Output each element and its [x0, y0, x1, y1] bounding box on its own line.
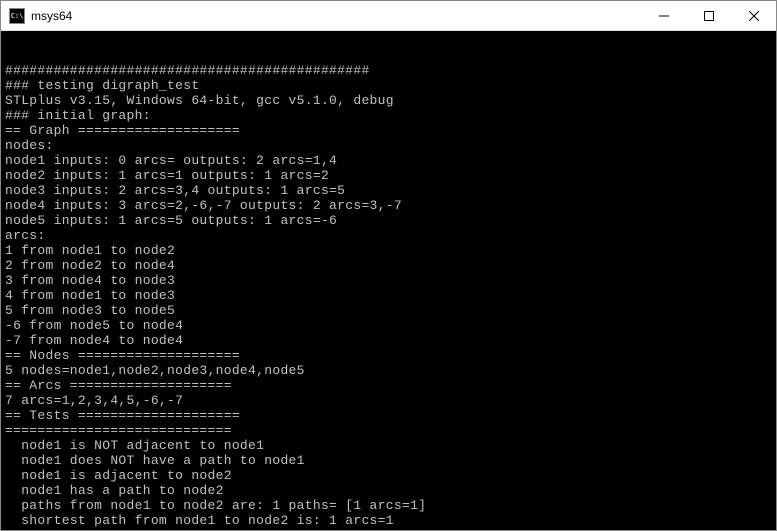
terminal-line: nodes: [5, 138, 772, 153]
terminal-line: node1 inputs: 0 arcs= outputs: 2 arcs=1,… [5, 153, 772, 168]
terminal-line: ============================ [5, 423, 772, 438]
title-bar: C:\ msys64 [1, 1, 776, 31]
terminal-line: 1 from node1 to node2 [5, 243, 772, 258]
window-title: msys64 [31, 9, 72, 23]
terminal-line: node1 does NOT have a path to node1 [5, 453, 772, 468]
terminal-line: node1 has a path to node2 [5, 483, 772, 498]
terminal-line: node1 is NOT adjacent to node1 [5, 438, 772, 453]
title-controls [641, 1, 776, 30]
terminal-line: -7 from node4 to node4 [5, 333, 772, 348]
terminal-line: == Arcs ==================== [5, 378, 772, 393]
terminal-line: 5 from node3 to node5 [5, 303, 772, 318]
terminal-line: 3 from node4 to node3 [5, 273, 772, 288]
terminal-line: node3 inputs: 2 arcs=3,4 outputs: 1 arcs… [5, 183, 772, 198]
terminal-line: 4 from node1 to node3 [5, 288, 772, 303]
terminal-line: node1 is adjacent to node2 [5, 468, 772, 483]
title-bar-left: C:\ msys64 [9, 8, 72, 24]
terminal-line: -6 from node5 to node4 [5, 318, 772, 333]
close-button[interactable] [731, 1, 776, 30]
terminal-line: paths from node1 to node2 are: 1 paths= … [5, 498, 772, 513]
terminal-line: ########################################… [5, 63, 772, 78]
terminal-output[interactable]: ########################################… [1, 31, 776, 530]
maximize-icon [704, 11, 714, 21]
terminal-line: == Nodes ==================== [5, 348, 772, 363]
terminal-line: node4 inputs: 3 arcs=2,-6,-7 outputs: 2 … [5, 198, 772, 213]
terminal-line: ### initial graph: [5, 108, 772, 123]
terminal-line: == Tests ==================== [5, 408, 772, 423]
terminal-line: shortest path from node1 to node2 is: 1 … [5, 513, 772, 528]
minimize-button[interactable] [641, 1, 686, 30]
terminal-line: node5 inputs: 1 arcs=5 outputs: 1 arcs=-… [5, 213, 772, 228]
terminal-line: arcs: [5, 228, 772, 243]
minimize-icon [659, 11, 669, 21]
terminal-line: 2 from node2 to node4 [5, 258, 772, 273]
close-icon [749, 11, 759, 21]
terminal-line: STLplus v3.15, Windows 64-bit, gcc v5.1.… [5, 93, 772, 108]
terminal-line: 7 arcs=1,2,3,4,5,-6,-7 [5, 393, 772, 408]
app-icon: C:\ [9, 8, 25, 24]
maximize-button[interactable] [686, 1, 731, 30]
terminal-line: == Graph ==================== [5, 123, 772, 138]
terminal-line: node2 inputs: 1 arcs=1 outputs: 1 arcs=2 [5, 168, 772, 183]
window: C:\ msys64 #############################… [0, 0, 777, 531]
terminal-line: ### testing digraph_test [5, 78, 772, 93]
terminal-line: 5 nodes=node1,node2,node3,node4,node5 [5, 363, 772, 378]
